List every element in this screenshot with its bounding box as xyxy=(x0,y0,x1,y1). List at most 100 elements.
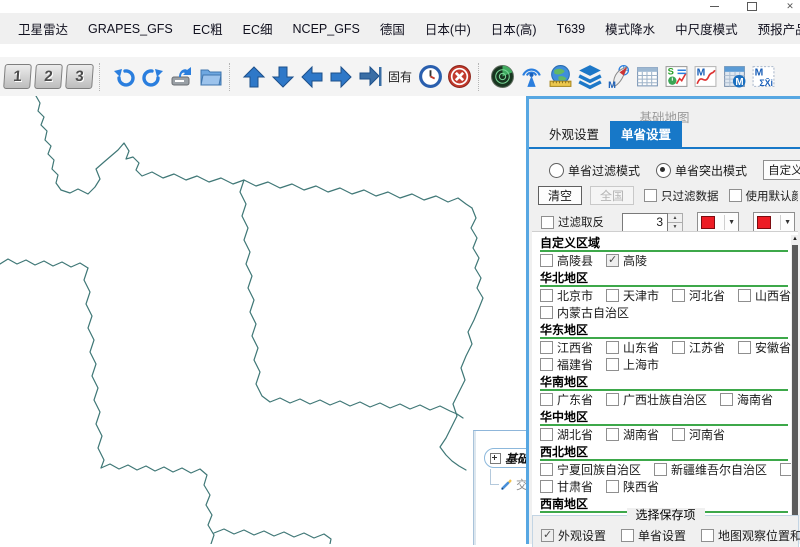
radar-icon[interactable] xyxy=(488,62,517,92)
checkbox[interactable] xyxy=(540,463,553,476)
checkbox[interactable] xyxy=(540,341,553,354)
checkbox[interactable] xyxy=(540,393,553,406)
menu-item[interactable]: 德国 xyxy=(370,19,415,38)
clear-button[interactable]: 清空 xyxy=(538,186,582,205)
meteogram-curve-icon[interactable]: M xyxy=(691,62,720,92)
map-2-icon[interactable]: 2 xyxy=(34,64,63,89)
province-checkbox-item[interactable]: 江苏省 xyxy=(672,339,725,356)
checkbox[interactable] xyxy=(606,428,619,441)
province-checkbox-item[interactable]: 河北省 xyxy=(672,287,725,304)
use-default-color-checkbox[interactable] xyxy=(729,189,742,202)
maximize-icon[interactable] xyxy=(746,1,758,12)
tree-node-base-map[interactable]: 基础地图 xyxy=(484,448,527,468)
province-checkbox-item[interactable]: 天津市 xyxy=(606,287,659,304)
save-icon[interactable] xyxy=(167,62,196,92)
province-checkbox-item[interactable]: 北京市 xyxy=(540,287,593,304)
menu-item[interactable]: GRAPES_GFS xyxy=(78,22,183,36)
checkbox[interactable] xyxy=(672,341,685,354)
province-checkbox-item[interactable]: 甘肃省 xyxy=(540,478,593,495)
checkbox[interactable] xyxy=(606,393,619,406)
map-canvas[interactable] xyxy=(0,96,526,544)
province-checkbox-item[interactable]: 新疆维吾尔自治区 xyxy=(654,461,767,478)
globe-ruler-icon[interactable] xyxy=(546,62,575,92)
count-spinner[interactable]: 3 ▲ ▼ xyxy=(622,213,683,232)
menu-item[interactable]: 模式降水 xyxy=(595,19,665,38)
stats-sigma-icon[interactable]: MΣX̄i xyxy=(749,62,778,92)
map-1-icon[interactable]: 1 xyxy=(3,64,32,89)
province-checkbox-item[interactable]: 海南省 xyxy=(720,391,773,408)
minimize-icon[interactable] xyxy=(708,1,720,12)
province-checkbox-item[interactable]: 江西省 xyxy=(540,339,593,356)
checkbox[interactable] xyxy=(541,529,554,542)
checkbox[interactable] xyxy=(540,306,553,319)
border-color-dropdown[interactable]: ▼ xyxy=(697,212,739,233)
menu-item[interactable]: 卫星雷达 xyxy=(8,19,78,38)
calendar-grid-icon[interactable] xyxy=(633,62,662,92)
checkbox[interactable] xyxy=(654,463,667,476)
checkbox[interactable] xyxy=(606,341,619,354)
province-checkbox-item[interactable]: 上海市 xyxy=(606,356,659,373)
checkbox[interactable] xyxy=(672,289,685,302)
menu-item[interactable]: 中尺度模式 xyxy=(665,19,748,38)
filter-data-only-checkbox[interactable] xyxy=(644,189,657,202)
menu-item[interactable]: NCEP_GFS xyxy=(283,22,370,36)
custom-region-button[interactable]: 自定义区域.. xyxy=(763,160,800,180)
province-checkbox-item[interactable]: 湖北省 xyxy=(540,426,593,443)
station-chart-icon[interactable]: S xyxy=(662,62,691,92)
open-folder-icon[interactable] xyxy=(196,62,225,92)
menu-item[interactable]: EC细 xyxy=(233,19,283,38)
save-option-item[interactable]: 外观设置 xyxy=(541,527,606,544)
map-3-icon[interactable]: 3 xyxy=(65,64,94,89)
tab-appearance[interactable]: 外观设置 xyxy=(538,121,610,147)
menu-item[interactable]: 预报产品 xyxy=(748,19,800,38)
compass-m-icon[interactable]: M xyxy=(604,62,633,92)
province-checkbox-item[interactable]: 安徽省 xyxy=(738,339,791,356)
checkbox[interactable] xyxy=(606,358,619,371)
save-option-item[interactable]: 单省设置 xyxy=(621,527,686,544)
province-checkbox-item[interactable]: 湖南省 xyxy=(606,426,659,443)
invert-filter-checkbox[interactable] xyxy=(541,216,554,229)
fill-color-dropdown[interactable]: ▼ xyxy=(753,212,795,233)
checkbox[interactable] xyxy=(621,529,634,542)
province-checkbox-item[interactable]: 河南省 xyxy=(672,426,725,443)
checkbox[interactable] xyxy=(701,529,714,542)
checkbox[interactable] xyxy=(606,254,619,267)
province-checkbox-item[interactable]: 广西壮族自治区 xyxy=(606,391,707,408)
undo-icon[interactable] xyxy=(109,62,138,92)
calculator-m-icon[interactable]: M xyxy=(720,62,749,92)
checkbox[interactable] xyxy=(606,289,619,302)
menu-item[interactable]: 日本(中) xyxy=(415,19,481,38)
stop-icon[interactable] xyxy=(445,62,474,92)
nation-button[interactable]: 全国 xyxy=(590,186,634,205)
menu-item[interactable]: T639 xyxy=(547,22,596,36)
checkbox[interactable] xyxy=(606,480,619,493)
province-checkbox-item[interactable]: 宁夏回族自治区 xyxy=(540,461,641,478)
spinner-up-icon[interactable]: ▲ xyxy=(668,213,683,223)
save-option-item[interactable]: 地图观察位置和缩放 xyxy=(701,527,800,544)
radio-filter-mode[interactable] xyxy=(549,163,564,178)
arrow-right-icon[interactable] xyxy=(326,62,355,92)
checkbox[interactable] xyxy=(720,393,733,406)
scroll-up-icon[interactable]: ▲ xyxy=(791,235,799,244)
checkbox[interactable] xyxy=(672,428,685,441)
layers-icon[interactable] xyxy=(575,62,604,92)
scrollbar-thumb[interactable] xyxy=(792,245,798,515)
tab-single-province[interactable]: 单省设置 xyxy=(610,121,682,147)
province-checkbox-item[interactable]: 高陵 xyxy=(606,252,647,269)
tree-node-interactive[interactable]: 交互 xyxy=(500,476,527,493)
arrow-left-icon[interactable] xyxy=(297,62,326,92)
scrollbar[interactable]: ▲ xyxy=(791,235,799,515)
menu-item[interactable]: EC粗 xyxy=(183,19,233,38)
province-checkbox-item[interactable]: 广东省 xyxy=(540,391,593,408)
spinner-value[interactable]: 3 xyxy=(622,213,668,232)
menu-item[interactable]: 日本(高) xyxy=(481,19,547,38)
province-checkbox-item[interactable]: 高陵县 xyxy=(540,252,593,269)
province-checkbox-item[interactable]: 福建省 xyxy=(540,356,593,373)
checkbox[interactable] xyxy=(540,358,553,371)
checkbox[interactable] xyxy=(540,289,553,302)
province-checkbox-item[interactable]: 山西省 xyxy=(738,287,791,304)
checkbox[interactable] xyxy=(540,428,553,441)
province-checkbox-item[interactable]: 内蒙古自治区 xyxy=(540,304,629,321)
radio-highlight-mode[interactable] xyxy=(656,163,671,178)
close-icon[interactable]: ✕ xyxy=(784,1,796,12)
